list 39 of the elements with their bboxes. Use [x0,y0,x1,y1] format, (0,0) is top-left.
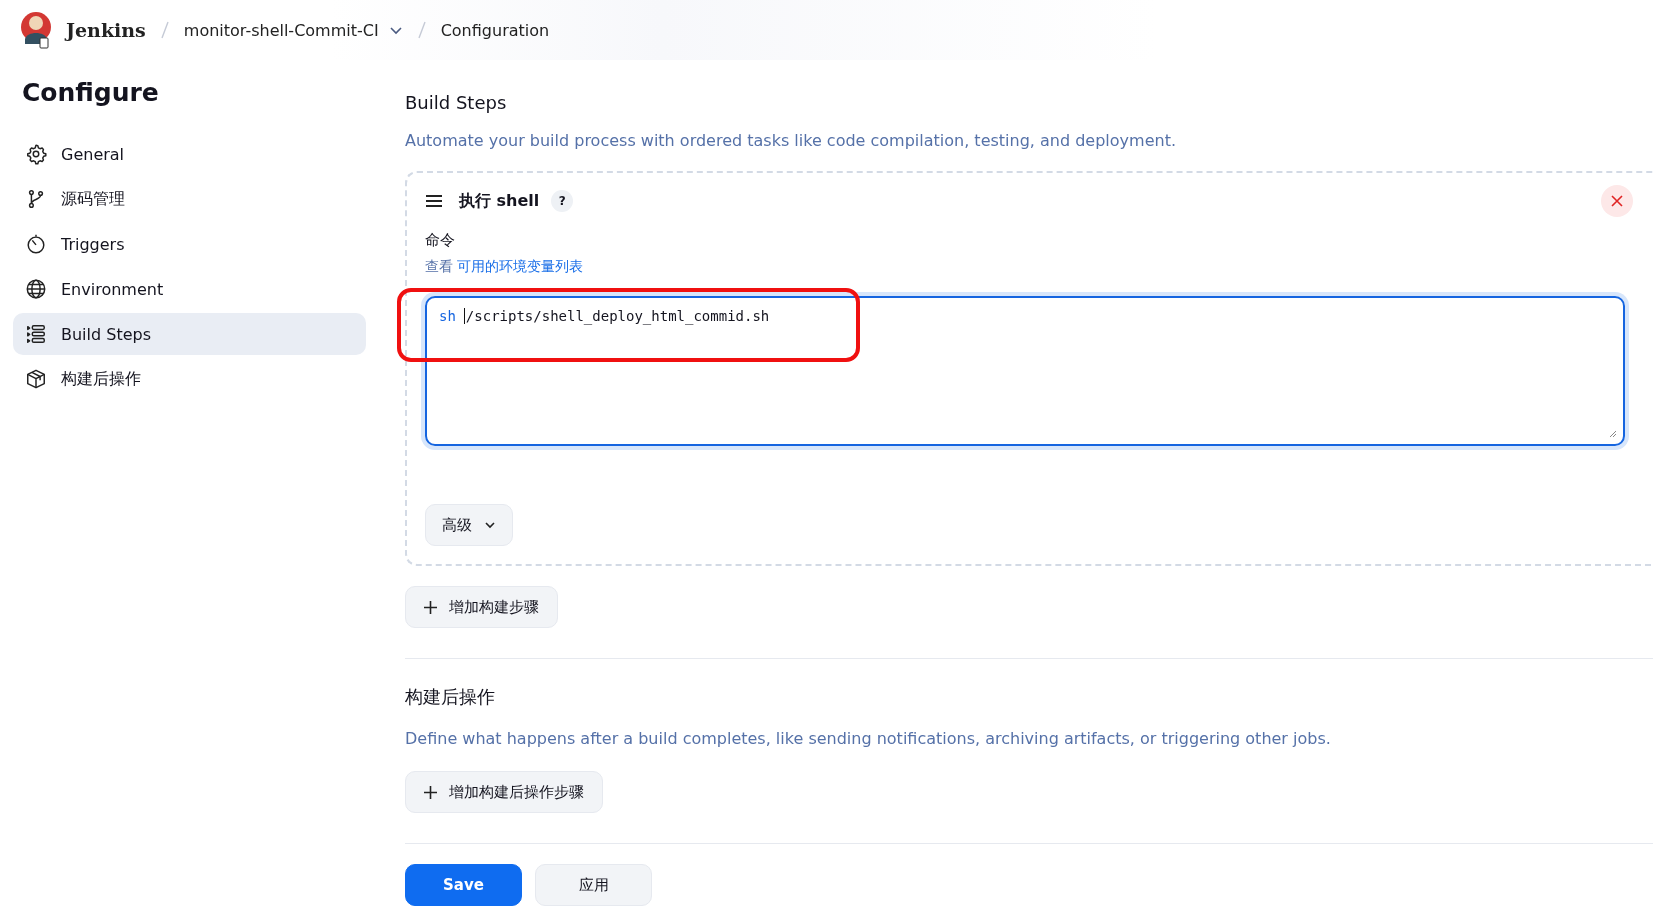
env-vars-link[interactable]: 可用的环境变量列表 [457,258,584,274]
sidebar-item[interactable]: General [13,133,366,175]
globe-icon [25,278,47,300]
hint-text: 查看 可用的环境变量列表 [425,258,585,276]
save-button[interactable]: Save [405,864,522,906]
section-description: Automate your build process with ordered tasks like code compilation, testing, and deployment. [405,131,1177,150]
close-button[interactable] [1601,185,1633,217]
chevron-down-icon [484,519,496,531]
package-icon [25,368,47,390]
sidebar-item[interactable]: Environment [13,268,366,310]
list-icon [25,323,47,345]
step-title: 执行 shell [459,190,540,212]
section-description: Define what happens after a build completes, like sending notifications, archiving artifacts, or triggering other jobs. [405,729,1332,748]
logo-icon[interactable] [20,11,52,49]
breadcrumb-link[interactable]: monitor-shell-Commit-CI [183,20,379,40]
breadcrumb-link[interactable]: Configuration [440,20,550,40]
resize-grip-icon[interactable] [1609,430,1617,438]
plus-icon [424,600,437,614]
sidebar-item[interactable]: Build Steps [13,313,366,355]
advanced-button[interactable]: 高级 [425,504,513,546]
add-step-button[interactable]: 增加构建步骤 [405,586,558,628]
sidebar-item[interactable]: 源码管理 [13,178,366,220]
slash-separator-icon [159,20,170,40]
sidebar-item[interactable]: 构建后操作 [13,358,366,400]
section-heading: Build Steps [405,92,508,113]
settings-icon [25,143,47,165]
brand-name[interactable]: Jenkins [66,19,146,41]
close-icon [1611,195,1623,207]
help-button[interactable]: ? [551,190,574,212]
drag-handle-icon[interactable] [425,194,443,208]
section-heading: 构建后操作 [405,685,496,709]
slash-separator-icon [416,20,427,40]
apply-button[interactable]: 应用 [535,864,652,906]
add-post-build-button[interactable]: 增加构建后操作步骤 [405,771,603,813]
timer-icon [25,233,47,255]
sidebar-item[interactable]: Triggers [13,223,366,265]
plus-icon [424,785,437,799]
sidebar-title: Configure [22,78,160,107]
field-label: 命令 [425,231,456,250]
